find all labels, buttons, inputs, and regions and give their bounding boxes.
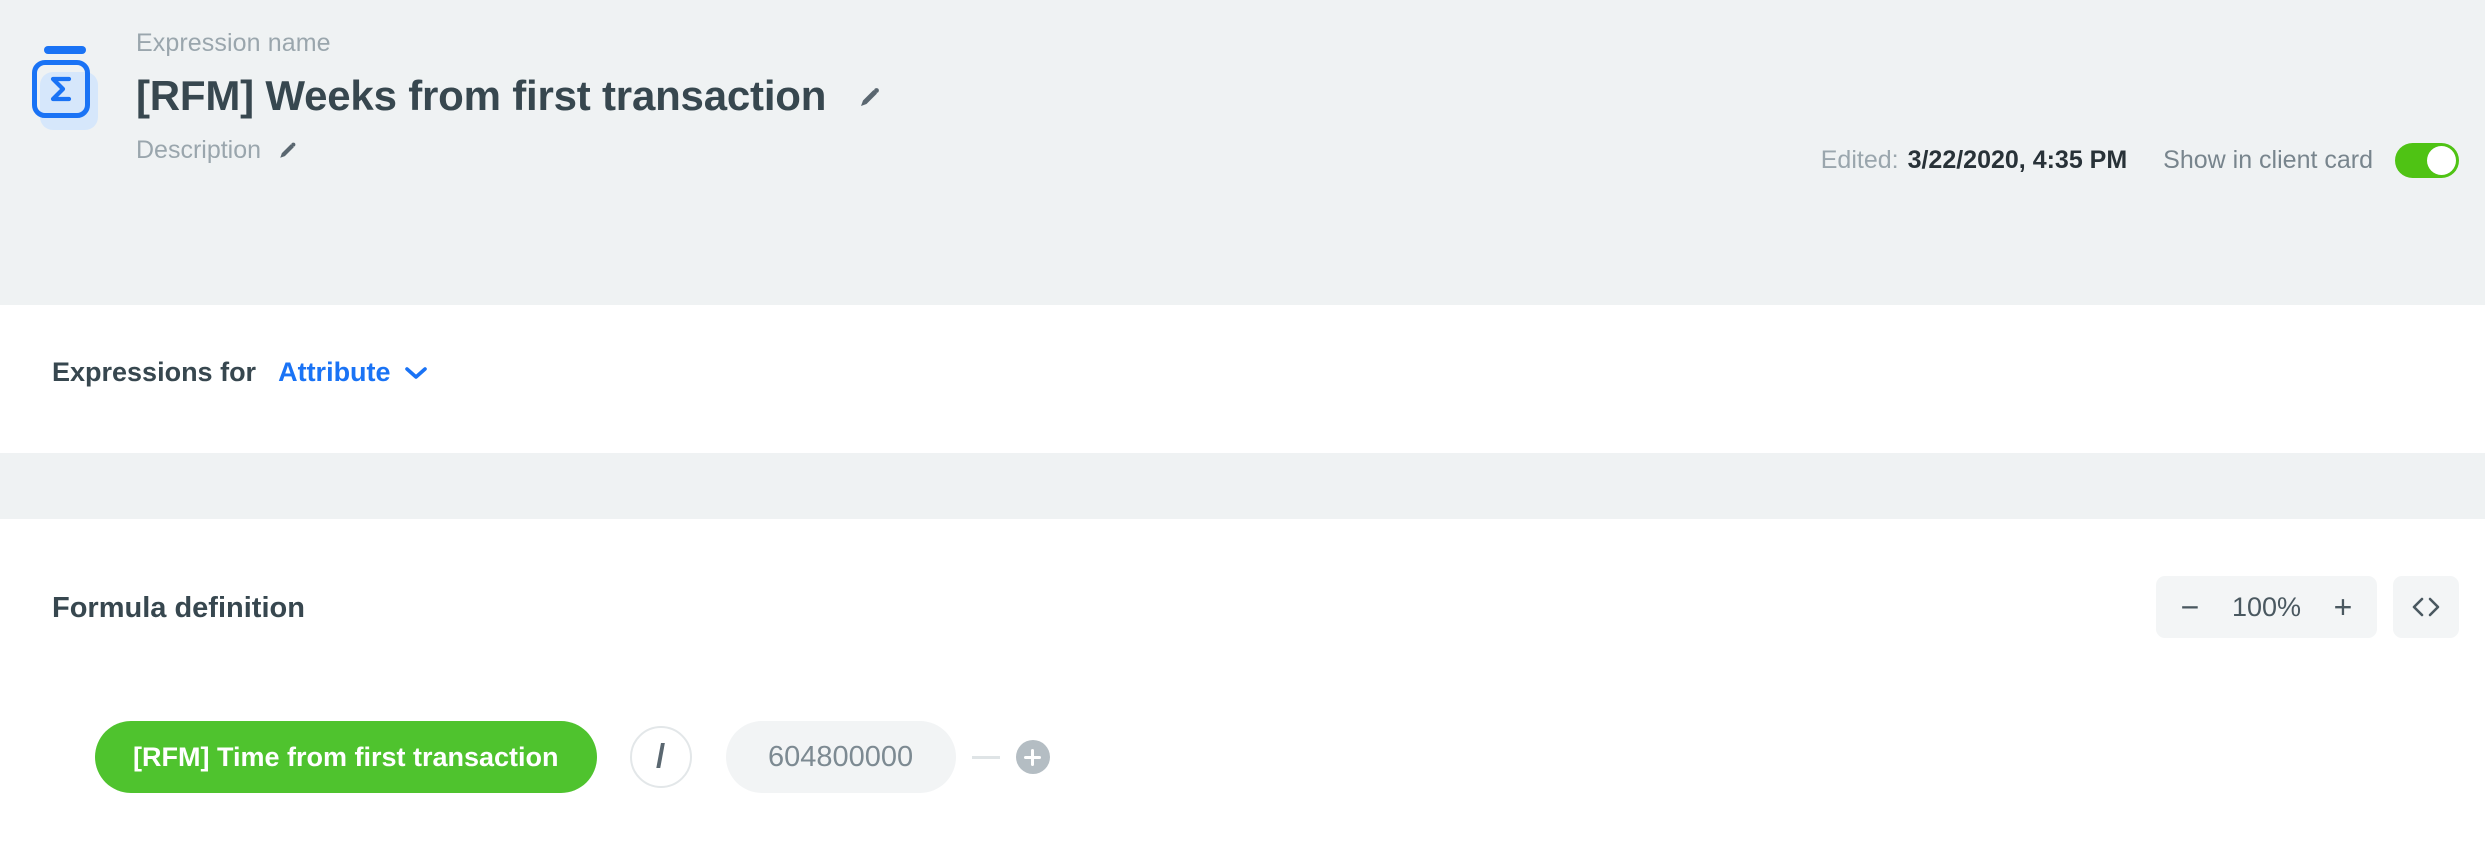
plus-icon: [1024, 748, 1042, 766]
edit-description-pencil-icon[interactable]: [273, 137, 301, 165]
show-in-client-card-label: Show in client card: [2163, 145, 2373, 174]
formula-toolbar: − 100% +: [2155, 576, 2459, 638]
show-in-client-card-toggle[interactable]: [2395, 142, 2459, 178]
header-left-group: Expression name [RFM] Weeks from first t…: [24, 28, 886, 165]
edit-title-pencil-icon[interactable]: [852, 81, 886, 115]
page-header: Expression name [RFM] Weeks from first t…: [0, 0, 2485, 305]
code-view-button[interactable]: [2393, 576, 2459, 638]
expressions-for-section: Expressions for Attribute: [0, 305, 2485, 453]
formula-node-constant[interactable]: 604800000: [725, 721, 956, 793]
zoom-control-group: − 100% +: [2155, 576, 2377, 638]
formula-definition-title: Formula definition: [52, 592, 305, 624]
divide-operator-glyph: /: [655, 736, 666, 774]
header-text-group: Expression name [RFM] Weeks from first t…: [136, 28, 886, 165]
expression-name-label: Expression name: [136, 29, 331, 57]
formula-canvas-row: [RFM] Time from first transaction / 6048…: [95, 719, 1050, 795]
description-row: Description: [136, 135, 886, 165]
chevron-down-icon: [404, 366, 427, 380]
header-right-group: Edited: 3/22/2020, 4:35 PM Show in clien…: [1821, 135, 2459, 185]
zoom-out-button[interactable]: −: [2164, 578, 2216, 636]
expressions-for-row: Expressions for Attribute: [52, 357, 427, 388]
formula-operator-divide[interactable]: /: [629, 726, 692, 788]
formula-definition-section: Formula definition − 100% + [RFM] Time f…: [0, 519, 2485, 861]
expressions-for-label: Expressions for: [52, 357, 257, 387]
page-title: [RFM] Weeks from first transaction: [136, 72, 827, 119]
expression-sigma-icon: [24, 42, 102, 130]
formula-connector-line: [971, 755, 1000, 759]
toggle-knob: [2427, 145, 2456, 175]
title-row: [RFM] Weeks from first transaction: [136, 71, 886, 121]
edited-label: Edited:: [1820, 145, 1899, 174]
expressions-for-selected-value: Attribute: [278, 357, 391, 387]
formula-node-attribute[interactable]: [RFM] Time from first transaction: [95, 721, 597, 793]
expression-editor-page: Expression name [RFM] Weeks from first t…: [0, 0, 2485, 861]
zoom-in-button[interactable]: +: [2317, 578, 2369, 636]
add-operand-button[interactable]: [1015, 740, 1050, 774]
expressions-for-dropdown[interactable]: Attribute: [278, 357, 427, 388]
zoom-level-value: 100%: [2231, 591, 2301, 622]
edited-timestamp: 3/22/2020, 4:35 PM: [1907, 145, 2128, 174]
sigma-icon-cap: [44, 46, 86, 54]
plus-icon-vertical: [1031, 748, 1035, 766]
section-divider: [0, 453, 2485, 519]
sigma-icon-glyph: [32, 60, 90, 118]
code-brackets-icon: [2412, 597, 2440, 617]
description-label: Description: [136, 136, 262, 164]
